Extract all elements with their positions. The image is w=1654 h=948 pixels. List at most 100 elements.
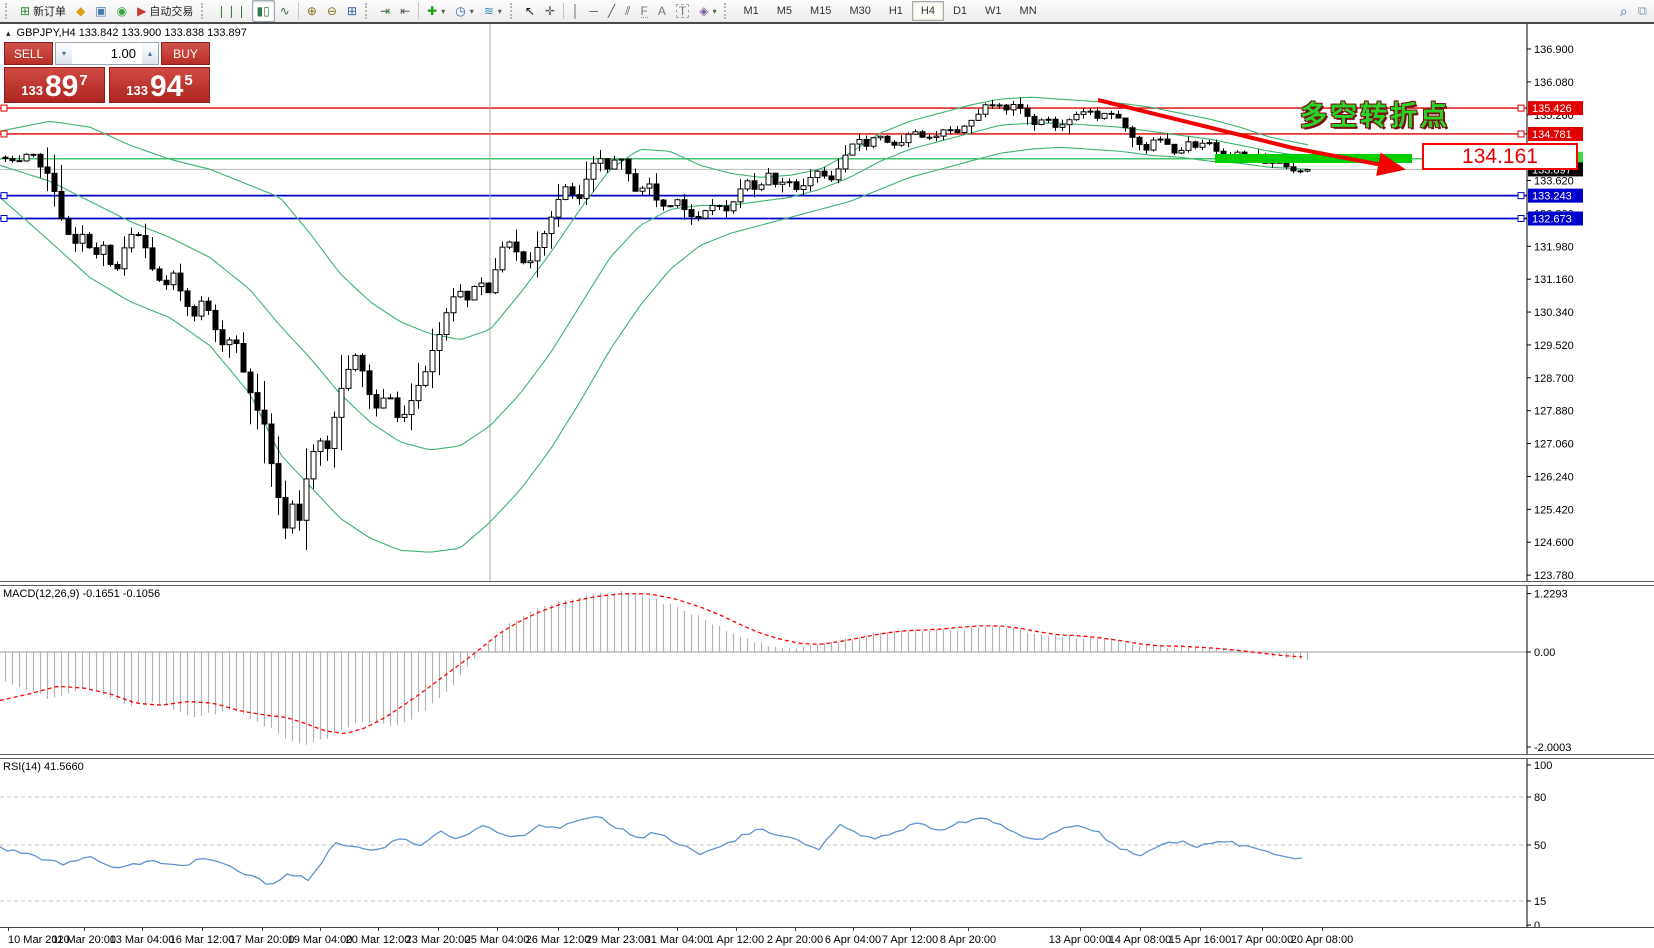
time-axis-label: 11 Mar 20:00 <box>52 934 116 946</box>
volume-stepper: ▾ 1.00 ▴ <box>55 42 159 65</box>
time-axis[interactable]: 10 Mar 202011 Mar 20:0013 Mar 04:0016 Ma… <box>0 927 1654 948</box>
chart-shift-icon: ⇥ <box>380 5 390 17</box>
time-tick <box>320 928 321 931</box>
trendline-icon: ╱ <box>608 5 615 17</box>
signal-button[interactable]: ◉ <box>112 0 132 22</box>
candlestick-icon: ▮▯ <box>257 5 270 17</box>
auto-scroll-button[interactable]: ⇤ <box>395 0 415 22</box>
svg-text:1.2293: 1.2293 <box>1534 589 1568 601</box>
toolbar-grip <box>201 3 208 19</box>
chevron-down-icon: ▾ <box>712 7 716 16</box>
svg-text:130.340: 130.340 <box>1534 307 1574 319</box>
toolbar-separator <box>418 3 419 19</box>
tile-windows-button[interactable]: ⊞ <box>342 0 362 22</box>
time-axis-label: 17 Mar 20:00 <box>230 934 295 946</box>
svg-text:15: 15 <box>1534 896 1546 908</box>
tab-timeframe-d1[interactable]: D1 <box>944 1 976 21</box>
tab-timeframe-h1[interactable]: H1 <box>880 1 912 21</box>
time-tick <box>558 928 559 931</box>
svg-text:123.780: 123.780 <box>1534 570 1574 581</box>
crosshair-icon: ✛ <box>545 5 555 17</box>
tab-timeframe-m15[interactable]: M15 <box>801 1 840 21</box>
time-tick <box>910 928 911 931</box>
bar-chart-icon: ❘❘❘ <box>216 5 246 17</box>
text-label-button[interactable]: T <box>671 0 694 22</box>
rsi-label: RSI(14) 41.5660 <box>3 761 84 773</box>
volume-increase-button[interactable]: ▴ <box>142 43 158 64</box>
sell-price-main: 89 <box>45 73 78 101</box>
channel-icon: ⫽ <box>625 5 630 17</box>
tab-timeframe-m5[interactable]: M5 <box>768 1 801 21</box>
cursor-button[interactable]: ↖ <box>520 0 540 22</box>
indicators-icon: ✚ <box>427 5 437 17</box>
tab-timeframe-m30[interactable]: M30 <box>840 1 879 21</box>
time-axis-label: 19 Mar 04:00 <box>288 934 353 946</box>
chat-button[interactable]: ⧉ <box>1633 0 1652 22</box>
vertical-line-button[interactable]: │ <box>567 0 585 22</box>
clock-icon: ◷ <box>455 5 465 17</box>
rsi-canvas[interactable]: 1008050150 <box>0 759 1654 927</box>
buy-price-pip: 5 <box>184 72 192 89</box>
text-button[interactable]: A <box>653 0 671 22</box>
sell-button[interactable]: SELL <box>4 42 53 65</box>
periods-button[interactable]: ◷▾ <box>450 0 479 22</box>
new-order-button[interactable]: ⊞ 新订单 <box>15 0 71 22</box>
tab-timeframe-w1[interactable]: W1 <box>976 1 1011 21</box>
svg-text:100: 100 <box>1534 760 1552 772</box>
trendline-button[interactable]: ╱ <box>603 0 620 22</box>
candlestick-type-button[interactable]: ▮▯ <box>252 0 275 22</box>
auto-trading-label: 自动交易 <box>149 3 193 19</box>
volume-decrease-button[interactable]: ▾ <box>56 43 72 64</box>
toolbar-separator <box>298 3 299 19</box>
time-tick <box>202 928 203 931</box>
tab-timeframe-m1[interactable]: M1 <box>734 1 767 21</box>
macd-canvas[interactable]: 1.22930.00-2.0003 <box>0 586 1654 754</box>
svg-text:133.243: 133.243 <box>1532 191 1572 203</box>
horizontal-line-button[interactable]: ─ <box>584 0 603 22</box>
buy-price-tile[interactable]: 133945 <box>109 67 210 103</box>
templates-button[interactable]: ≋▾ <box>479 0 507 22</box>
zoom-in-button[interactable]: ⊕ <box>302 0 322 22</box>
time-tick <box>677 928 678 931</box>
zoom-in-icon: ⊕ <box>307 5 317 17</box>
time-axis-label: 7 Apr 12:00 <box>882 934 938 946</box>
svg-text:0.00: 0.00 <box>1534 647 1555 659</box>
toolbar-grip <box>724 3 731 19</box>
time-axis-label: 17 Apr 00:00 <box>1231 934 1293 946</box>
zoom-out-icon: ⊖ <box>327 5 337 17</box>
auto-scroll-icon: ⇤ <box>400 5 410 17</box>
time-axis-label: 29 Mar 23:00 <box>586 934 651 946</box>
bar-chart-type-button[interactable]: ❘❘❘ <box>211 0 251 22</box>
line-chart-type-button[interactable]: ∿ <box>275 0 295 22</box>
template-icon: ≋ <box>484 5 494 17</box>
tab-timeframe-h4[interactable]: H4 <box>912 1 944 21</box>
time-axis-label: 15 Apr 16:00 <box>1169 934 1231 946</box>
auto-trading-icon: ▶ <box>137 5 146 17</box>
line-chart-icon: ∿ <box>280 5 290 17</box>
indicators-button[interactable]: ✚▾ <box>422 0 450 22</box>
sell-price-tile[interactable]: 133897 <box>4 67 105 103</box>
buy-button[interactable]: BUY <box>161 42 210 65</box>
collapse-panel-icon[interactable]: ▴ <box>6 28 11 39</box>
gold-button[interactable]: ◆ <box>71 0 90 22</box>
fibonacci-button[interactable]: F <box>636 0 653 22</box>
toolbar-grip <box>510 3 517 19</box>
time-axis-label: 31 Mar 04:00 <box>645 934 710 946</box>
auto-trading-button[interactable]: ▶ 自动交易 <box>132 0 198 22</box>
svg-text:136.900: 136.900 <box>1534 44 1574 56</box>
volume-value[interactable]: 1.00 <box>72 43 142 64</box>
channel-button[interactable]: ⫽ <box>620 0 635 22</box>
search-button[interactable]: ⌕ <box>1615 0 1633 22</box>
tab-timeframe-mn[interactable]: MN <box>1011 1 1046 21</box>
new-order-label: 新订单 <box>33 3 66 19</box>
terminal-button[interactable]: ▣ <box>90 0 111 22</box>
buy-price-main: 94 <box>150 73 183 101</box>
zoom-out-button[interactable]: ⊖ <box>322 0 342 22</box>
shapes-button[interactable]: ◈▾ <box>694 0 721 22</box>
chart-shift-button[interactable]: ⇥ <box>375 0 395 22</box>
time-tick <box>142 928 143 931</box>
crosshair-button[interactable]: ✛ <box>540 0 560 22</box>
svg-text:124.600: 124.600 <box>1534 537 1574 549</box>
sell-price-pip: 7 <box>79 72 87 89</box>
time-axis-label: 2 Apr 20:00 <box>767 934 823 946</box>
